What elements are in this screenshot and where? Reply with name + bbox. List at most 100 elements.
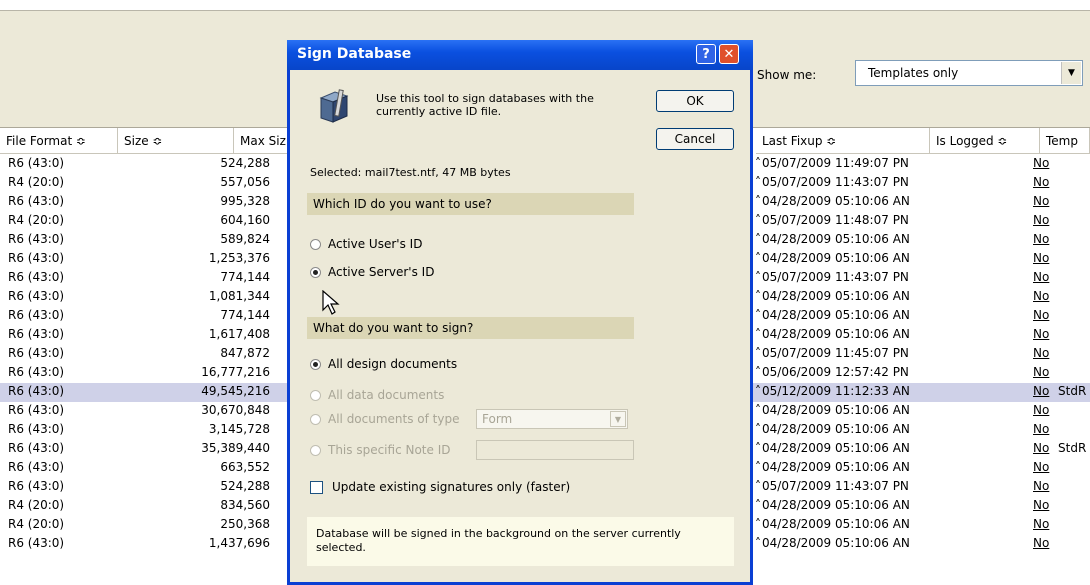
radio-button[interactable] [310, 266, 321, 278]
radio-button[interactable] [310, 238, 321, 250]
cell-is-logged: No [1033, 308, 1050, 322]
radio-specific-note-id: This specific Note ID [310, 442, 451, 458]
cell-file-format: R6 (43:0) [8, 365, 65, 379]
help-button[interactable]: ? [696, 44, 716, 64]
radio-label: This specific Note ID [328, 443, 451, 457]
close-button[interactable]: ✕ [719, 44, 739, 64]
cell-last-fixup: 05/07/2009 11:43:07 PN [762, 479, 909, 493]
radio-button[interactable] [310, 358, 321, 370]
note-id-input [476, 440, 634, 460]
truncation-mark: ˄ [755, 365, 761, 379]
cell-is-logged: No [1033, 270, 1050, 284]
cell-file-format: R6 (43:0) [8, 289, 65, 303]
selected-database-text: Selected: mail7test.ntf, 47 MB bytes [310, 166, 511, 179]
cell-size: 30,670,848 [201, 403, 270, 417]
radio-all-documents-of-type: All documents of type [310, 411, 460, 427]
cell-last-fixup: 04/28/2009 05:10:06 AN [762, 441, 910, 455]
show-me-label: Show me: [757, 68, 817, 82]
cell-file-format: R6 (43:0) [8, 232, 65, 246]
cell-is-logged: No [1033, 517, 1050, 531]
checkbox[interactable] [310, 480, 323, 494]
cell-size: 524,288 [220, 479, 270, 493]
radio-active-user-id[interactable]: Active User's ID [310, 236, 422, 252]
checkbox-label: Update existing signatures only (faster) [332, 480, 571, 494]
truncation-mark: ˄ [755, 194, 761, 208]
toolbar-area [0, 11, 1090, 41]
cell-file-format: R6 (43:0) [8, 422, 65, 436]
column-header-max-size[interactable]: Max Siz [234, 128, 290, 154]
cell-is-logged: No [1033, 194, 1050, 208]
truncation-mark: ˄ [755, 175, 761, 189]
truncation-mark: ˄ [755, 422, 761, 436]
cell-template: StdR [1058, 441, 1087, 455]
cell-last-fixup: 04/28/2009 05:10:06 AN [762, 251, 910, 265]
truncation-mark: ˄ [755, 498, 761, 512]
truncation-mark: ˄ [755, 308, 761, 322]
cell-size: 1,437,696 [208, 536, 270, 550]
cell-size: 250,368 [220, 517, 270, 531]
cell-last-fixup: 05/07/2009 11:49:07 PN [762, 156, 909, 170]
truncation-mark: ˄ [755, 403, 761, 417]
cell-is-logged: No [1033, 175, 1050, 189]
column-header-file-format[interactable]: File Format ≎ [0, 128, 118, 154]
cell-is-logged: No [1033, 327, 1050, 341]
cell-size: 774,144 [220, 270, 270, 284]
chevron-down-icon[interactable]: ▼ [1061, 62, 1081, 84]
radio-all-design-documents[interactable]: All design documents [310, 356, 457, 372]
truncation-mark: ˄ [755, 213, 761, 227]
cell-file-format: R6 (43:0) [8, 251, 65, 265]
show-me-value: Templates only [868, 66, 959, 80]
cell-last-fixup: 05/07/2009 11:45:07 PN [762, 346, 909, 360]
radio-button [310, 413, 321, 425]
cell-last-fixup: 04/28/2009 05:10:06 AN [762, 289, 910, 303]
radio-button [310, 444, 321, 456]
column-header-last-fixup[interactable]: Last Fixup ≎ [756, 128, 930, 154]
cell-file-format: R6 (43:0) [8, 441, 65, 455]
cell-last-fixup: 04/28/2009 05:10:06 AN [762, 498, 910, 512]
radio-label: Active User's ID [328, 237, 423, 251]
column-header-is-logged[interactable]: Is Logged ≎ [930, 128, 1040, 154]
cell-last-fixup: 04/28/2009 05:10:06 AN [762, 194, 910, 208]
cell-last-fixup: 04/28/2009 05:10:06 AN [762, 308, 910, 322]
cell-last-fixup: 05/06/2009 12:57:42 PN [762, 365, 909, 379]
cell-last-fixup: 04/28/2009 05:10:06 AN [762, 232, 910, 246]
cell-size: 35,389,440 [201, 441, 270, 455]
cell-is-logged: No [1033, 365, 1050, 379]
update-existing-checkbox[interactable]: Update existing signatures only (faster) [310, 480, 570, 494]
cell-size: 557,056 [220, 175, 270, 189]
cell-size: 847,872 [220, 346, 270, 360]
dialog-title-bar[interactable]: Sign Database ? ✕ [287, 40, 753, 70]
radio-label: All data documents [328, 388, 445, 402]
cell-last-fixup: 04/28/2009 05:10:06 AN [762, 403, 910, 417]
mouse-pointer-icon [322, 290, 340, 315]
show-me-dropdown[interactable]: Templates only ▼ [855, 60, 1083, 86]
truncation-mark: ˄ [755, 479, 761, 493]
column-header-template[interactable]: Temp [1040, 128, 1090, 154]
cell-is-logged: No [1033, 422, 1050, 436]
truncation-mark: ˄ [755, 270, 761, 284]
document-type-value: Form [482, 412, 513, 426]
cell-size: 834,560 [220, 498, 270, 512]
radio-active-server-id[interactable]: Active Server's ID [310, 264, 434, 280]
truncation-mark: ˄ [755, 251, 761, 265]
column-header-size[interactable]: Size ≎ [118, 128, 234, 154]
cell-is-logged: No [1033, 536, 1050, 550]
dialog-title: Sign Database [297, 46, 412, 62]
cell-is-logged: No [1033, 232, 1050, 246]
cell-file-format: R4 (20:0) [8, 517, 65, 531]
radio-label: All documents of type [328, 412, 460, 426]
ok-button[interactable]: OK [656, 90, 734, 112]
cell-file-format: R6 (43:0) [8, 384, 65, 398]
cell-size: 49,545,216 [201, 384, 270, 398]
cell-last-fixup: 04/28/2009 05:10:06 AN [762, 536, 910, 550]
cell-is-logged: No [1033, 156, 1050, 170]
intro-text: Use this tool to sign databases with the… [376, 92, 594, 118]
cell-file-format: R6 (43:0) [8, 536, 65, 550]
cell-last-fixup: 04/28/2009 05:10:06 AN [762, 517, 910, 531]
truncation-mark: ˄ [755, 536, 761, 550]
info-message: Database will be signed in the backgroun… [307, 517, 734, 566]
truncation-mark: ˄ [755, 232, 761, 246]
cell-last-fixup: 05/07/2009 11:48:07 PN [762, 213, 909, 227]
truncation-mark: ˄ [755, 441, 761, 455]
cancel-button[interactable]: Cancel [656, 128, 734, 150]
